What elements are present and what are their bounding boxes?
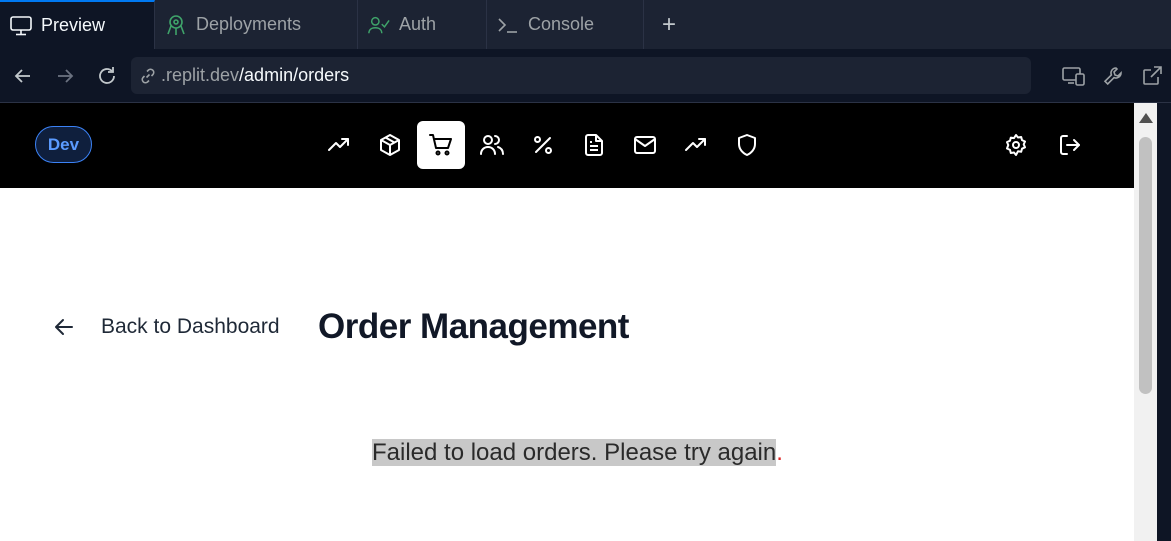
error-message-text: Failed to load orders. Please try again [372,439,777,466]
tab-label: Deployments [196,14,302,34]
tab-auth[interactable]: Auth [358,0,487,49]
users-icon [480,135,504,155]
url-input[interactable]: .replit.dev/admin/orders [131,57,1031,94]
nav-discounts-button[interactable] [519,121,567,169]
add-tab-button[interactable]: + [644,0,694,49]
plus-icon: + [661,10,676,38]
browser-tools [1054,49,1171,103]
tab-label: Preview [41,15,106,35]
devtools-button[interactable] [1093,56,1132,96]
app-navbar: Dev [0,103,1134,188]
scroll-up-arrow-icon[interactable] [1139,113,1153,123]
users-check-icon [368,14,390,36]
back-to-dashboard-link[interactable]: Back to Dashboard [52,314,280,340]
scroll-thumb[interactable] [1139,137,1152,394]
back-link-label: Back to Dashboard [101,315,280,338]
browser-toolbar: .replit.dev/admin/orders [0,49,1171,103]
arrow-left-icon [14,68,30,83]
shopping-cart-icon [429,134,452,156]
trending-up-icon [685,138,706,151]
tab-deployments[interactable]: Deployments [155,0,358,49]
preview-viewport: Dev Back to Dashboard Order Management F… [0,103,1171,541]
url-path: /admin/orders [239,65,350,85]
nav-products-button[interactable] [366,121,414,169]
error-message-punct: . [776,439,783,466]
nav-icon-group [315,121,774,169]
nav-orders-button[interactable] [417,121,465,169]
devices-button[interactable] [1054,56,1093,96]
reload-button[interactable] [86,56,128,96]
file-text-icon [585,134,603,156]
logout-icon [1060,135,1080,155]
reload-icon [99,66,115,84]
back-button[interactable] [2,56,44,96]
wrench-icon [1103,67,1122,86]
nav-security-button[interactable] [723,121,771,169]
tab-label: Console [528,14,595,34]
page-title: Order Management [318,307,629,346]
external-link-icon [1142,66,1162,85]
arrow-left-icon [52,314,78,340]
trending-up-icon [328,138,349,151]
error-message: Failed to load orders. Please try again. [372,439,783,467]
nav-right-group [986,121,1094,169]
tab-label: Auth [399,14,437,34]
forward-button[interactable] [44,56,86,96]
tab-strip: Preview Deployments Auth Console + [0,0,1171,49]
settings-button[interactable] [992,121,1040,169]
monitor-icon [10,15,32,37]
replit-workspace: Preview Deployments Auth Console + .repl… [0,0,1171,541]
logout-button[interactable] [1046,121,1094,169]
workspace-edge [1157,103,1171,541]
nav-analytics-button[interactable] [315,121,363,169]
deployments-icon [165,14,187,36]
percent-icon [534,136,552,154]
nav-content-button[interactable] [570,121,618,169]
nav-customers-button[interactable] [468,121,516,169]
nav-reports-button[interactable] [672,121,720,169]
shield-icon [738,134,756,156]
mail-icon [634,136,656,154]
url-host: .replit.dev [161,65,240,85]
arrow-right-icon [58,68,74,83]
tab-console[interactable]: Console [487,0,644,49]
tab-preview[interactable]: Preview [0,0,155,49]
link-icon [139,67,159,85]
env-badge: Dev [35,126,92,163]
settings-icon [1006,134,1026,156]
terminal-icon [497,14,519,36]
vertical-scrollbar[interactable] [1134,103,1157,541]
nav-messages-button[interactable] [621,121,669,169]
devices-icon [1061,67,1085,86]
package-icon [380,134,400,156]
open-external-button[interactable] [1132,56,1171,96]
